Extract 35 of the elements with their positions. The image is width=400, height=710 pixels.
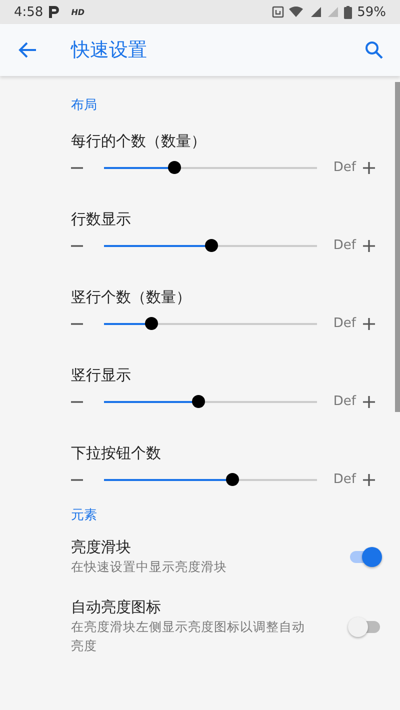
hd-indicator: HD xyxy=(71,8,85,16)
toggle-switch[interactable] xyxy=(348,546,382,568)
section-header: 布局 xyxy=(71,97,98,115)
setting-summary: 在亮度滑块左侧显示亮度图标以调整自动亮度 xyxy=(71,618,306,655)
setting-title: 下拉按钮个数 xyxy=(71,444,162,463)
page-title: 快速设置 xyxy=(71,38,147,63)
signal-icon xyxy=(310,6,322,18)
battery-percent: 59% xyxy=(357,4,386,20)
nfc-icon xyxy=(272,6,284,18)
slider-value: Def xyxy=(333,472,356,487)
plus-icon[interactable] xyxy=(362,238,376,252)
back-arrow-icon[interactable] xyxy=(18,40,38,60)
clock-time: 4:58 xyxy=(14,4,44,20)
setting-title: 竖行显示 xyxy=(71,366,132,385)
search-icon[interactable] xyxy=(364,40,384,60)
parking-icon xyxy=(48,5,60,19)
plus-icon[interactable] xyxy=(362,316,376,330)
signal-icon xyxy=(327,6,340,18)
slider-value: Def xyxy=(333,394,356,409)
setting-summary: 在快速设置中显示亮度滑块 xyxy=(71,558,228,576)
slider-value: Def xyxy=(333,316,356,331)
wifi-icon xyxy=(289,6,306,18)
toggle-switch[interactable] xyxy=(348,616,382,638)
section-header: 元素 xyxy=(71,507,98,525)
setting-title: 竖行个数（数量） xyxy=(71,288,192,307)
setting-title: 自动亮度图标 xyxy=(71,598,162,617)
plus-icon[interactable] xyxy=(362,160,376,174)
setting-title: 亮度滑块 xyxy=(71,538,132,557)
battery-icon xyxy=(344,6,352,18)
slider-value: Def xyxy=(333,238,356,253)
plus-icon[interactable] xyxy=(362,394,376,408)
slider-value: Def xyxy=(333,160,356,175)
setting-title: 行数显示 xyxy=(71,210,132,229)
plus-icon[interactable] xyxy=(362,472,376,486)
setting-title: 每行的个数（数量） xyxy=(71,132,207,151)
